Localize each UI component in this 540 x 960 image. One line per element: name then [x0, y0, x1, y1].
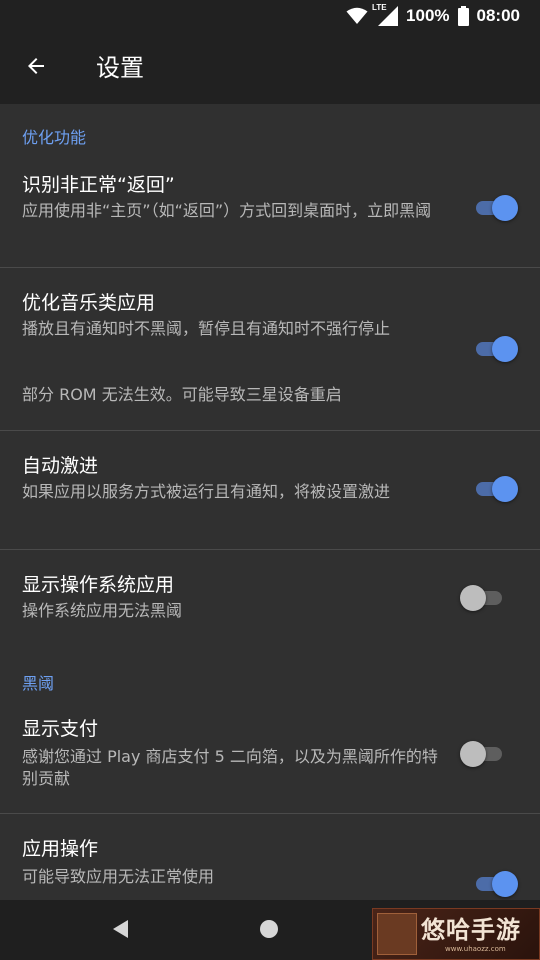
pref-show-system-apps[interactable]: 显示操作系统应用 操作系统应用无法黑阈 [0, 550, 540, 646]
pref-app-ops[interactable]: 应用操作 可能导致应用无法正常使用 [0, 814, 540, 900]
toggle-switch-on[interactable] [472, 194, 518, 222]
toggle-switch-off[interactable] [460, 584, 506, 612]
pref-summary: 操作系统应用无法黑阈 [22, 601, 183, 620]
nav-home-icon[interactable] [260, 920, 278, 938]
pref-optimize-music-apps[interactable]: 优化音乐类应用 播放且有通知时不黑阈，暂停且有通知时不强行停止 部分 ROM 无… [0, 268, 540, 430]
battery-percent: 100% [406, 6, 450, 25]
toggle-switch-on[interactable] [472, 335, 518, 363]
status-bar: LTE 100% 08:00 [0, 0, 540, 32]
pref-title: 识别非正常“返回” [22, 174, 175, 196]
watermark-logo: 悠哈手游 www.uhaozz.com [372, 908, 540, 960]
toggle-switch-on[interactable] [472, 475, 518, 503]
back-button[interactable] [14, 46, 58, 90]
switch-thumb [492, 336, 518, 362]
wifi-icon [346, 7, 368, 25]
pref-title: 优化音乐类应用 [22, 292, 156, 314]
pref-summary: 应用使用非“主页”（如“返回”）方式回到桌面时，立即黑阈 [22, 201, 432, 220]
pref-summary: 播放且有通知时不黑阈，暂停且有通知时不强行停止 [22, 319, 391, 338]
section-header-blackhole: 黑阈 [22, 674, 55, 693]
pref-summary: 感谢您通过 Play 商店支付 5 二向箔，以及为黑阈所作的特别贡献 [22, 747, 438, 788]
toggle-switch-off[interactable] [460, 740, 506, 768]
pref-show-donation[interactable]: 显示支付 感谢您通过 Play 商店支付 5 二向箔，以及为黑阈所作的特别贡献 [0, 704, 540, 812]
lte-label: LTE [372, 3, 387, 12]
pref-summary: 如果应用以服务方式被运行且有通知，将被设置激进 [22, 482, 391, 501]
watermark-url: www.uhaozz.com [445, 945, 506, 953]
pref-title: 应用操作 [22, 838, 99, 860]
watermark-emblem-icon [377, 913, 417, 955]
pref-title: 显示支付 [22, 718, 99, 740]
battery-full-icon [457, 6, 469, 26]
page-title: 设置 [96, 54, 144, 82]
switch-thumb [492, 195, 518, 221]
pref-detect-abnormal-back[interactable]: 识别非正常“返回” 应用使用非“主页”（如“返回”）方式回到桌面时，立即黑阈 [0, 164, 540, 268]
pref-auto-aggressive[interactable]: 自动激进 如果应用以服务方式被运行且有通知，将被设置激进 [0, 431, 540, 549]
switch-thumb [460, 741, 486, 767]
pref-note: 部分 ROM 无法生效。可能导致三星设备重启 [22, 385, 342, 404]
app-bar: 设置 [0, 32, 540, 104]
pref-summary: 可能导致应用无法正常使用 [22, 867, 215, 886]
arrow-back-icon [24, 54, 48, 82]
switch-thumb [492, 871, 518, 897]
toggle-switch-on[interactable] [472, 870, 518, 898]
section-header-optimization: 优化功能 [22, 128, 87, 147]
watermark-text: 悠哈手游 [421, 916, 521, 944]
switch-thumb [492, 476, 518, 502]
nav-back-icon[interactable] [110, 918, 130, 944]
pref-title: 自动激进 [22, 455, 99, 477]
status-icons: LTE 100% 08:00 [346, 0, 520, 32]
pref-title: 显示操作系统应用 [22, 574, 175, 596]
lte-signal-icon: LTE [372, 3, 399, 26]
clock: 08:00 [476, 6, 520, 25]
switch-thumb [460, 585, 486, 611]
settings-list[interactable]: 优化功能 识别非正常“返回” 应用使用非“主页”（如“返回”）方式回到桌面时，立… [0, 104, 540, 900]
